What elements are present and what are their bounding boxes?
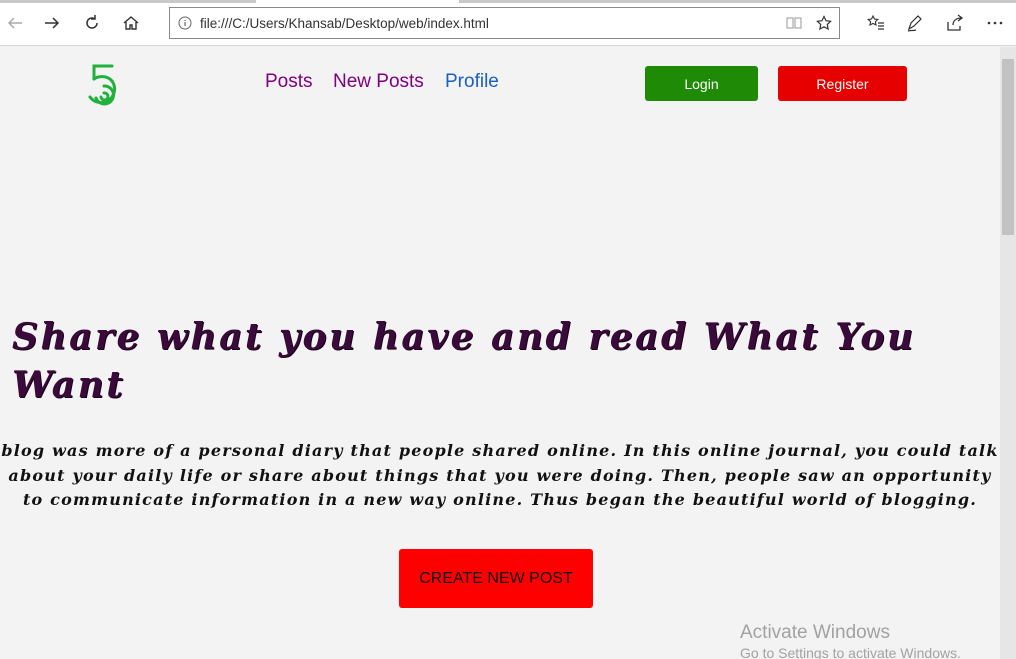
refresh-icon (86, 15, 98, 29)
nav-posts-link[interactable]: Posts (265, 71, 313, 93)
five-logo-icon[interactable] (86, 63, 122, 107)
favorites-list-icon (867, 14, 884, 30)
home-icon (123, 16, 139, 30)
tab-strip-edge (459, 0, 1016, 3)
login-button[interactable]: Login (645, 66, 758, 101)
activate-windows-subtitle: Go to Settings to activate Windows. (740, 645, 961, 659)
hero-title: Share what you have and read What You Wa… (12, 316, 916, 406)
browser-toolbar: file:///C:/Users/Khansab/Desktop/web/ind… (0, 0, 1016, 46)
nav-profile-link[interactable]: Profile (445, 71, 499, 93)
info-icon[interactable] (170, 16, 200, 30)
more-icon (987, 21, 1003, 25)
url-text[interactable]: file:///C:/Users/Khansab/Desktop/web/ind… (200, 16, 779, 31)
star-icon[interactable] (809, 15, 839, 31)
forward-arrow-icon (45, 17, 60, 29)
forward-button[interactable] (37, 8, 67, 38)
share-icon (947, 14, 964, 31)
vertical-scrollbar[interactable] (1000, 47, 1016, 659)
create-new-post-button[interactable]: CREATE NEW POST (399, 549, 593, 608)
address-bar[interactable]: file:///C:/Users/Khansab/Desktop/web/ind… (169, 7, 840, 39)
back-arrow-icon (7, 17, 22, 29)
more-button[interactable] (980, 8, 1010, 38)
activate-windows-title: Activate Windows (740, 622, 890, 643)
scrollbar-thumb[interactable] (1002, 59, 1014, 235)
refresh-button[interactable] (77, 8, 107, 38)
reading-view-icon[interactable] (779, 16, 809, 30)
web-page: Posts New Posts Profile Login Register S… (0, 47, 1000, 659)
share-button[interactable] (940, 8, 970, 38)
register-button[interactable]: Register (778, 66, 907, 101)
tab-strip-edge (0, 0, 256, 3)
hero-description: blog was more of a personal diary that p… (1, 441, 999, 509)
pen-icon (907, 15, 922, 32)
home-button[interactable] (116, 8, 146, 38)
favorites-hub-button[interactable] (861, 8, 891, 38)
back-button[interactable] (0, 8, 30, 38)
nav-new-posts-link[interactable]: New Posts (333, 71, 424, 93)
notes-button[interactable] (900, 8, 930, 38)
